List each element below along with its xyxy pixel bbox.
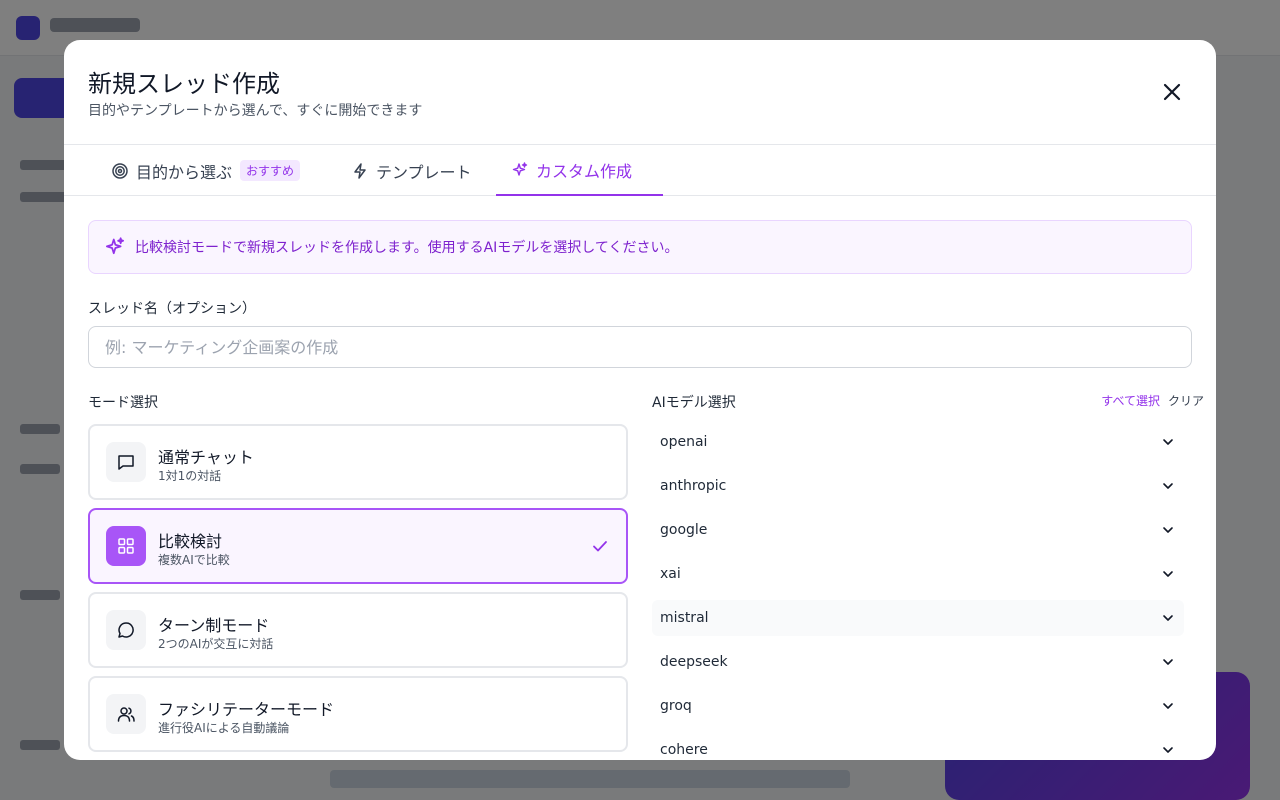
message-square-icon: [118, 455, 134, 470]
model-provider-google[interactable]: google: [652, 512, 1184, 548]
mode-description: 2つのAIが交互に対話: [158, 637, 274, 651]
model-provider-xai[interactable]: xai: [652, 556, 1184, 592]
tab-purpose-label: 目的から選ぶ: [136, 162, 233, 182]
chevron-down-icon: [1163, 527, 1173, 533]
mode-description: 複数AIで比較: [158, 553, 230, 567]
mode-title: ファシリテーターモード: [158, 700, 335, 719]
modal-header: 新規スレッド作成 目的やテンプレートから選んで、すぐに開始できます: [64, 40, 1216, 145]
mode-card-comparison[interactable]: 比較検討 複数AIで比較: [88, 508, 628, 584]
select-all-link[interactable]: すべて選択: [1101, 392, 1160, 409]
model-section-label: AIモデル選択: [652, 395, 736, 411]
model-provider-mistral[interactable]: mistral: [652, 600, 1184, 636]
mode-icon-container: [106, 610, 146, 650]
chevron-down-icon: [1163, 659, 1173, 665]
mode-icon-container: [106, 442, 146, 482]
message-circle-icon: [118, 622, 134, 638]
model-provider-anthropic[interactable]: anthropic: [652, 468, 1184, 504]
mode-description: 進行役AIによる自動議論: [158, 721, 290, 735]
thread-name-label: スレッド名（オプション）: [88, 301, 256, 317]
tab-bar: 目的から選ぶ おすすめ テンプレート カスタム作成: [64, 145, 1216, 196]
close-icon: [1163, 83, 1181, 101]
mode-card-facilitator[interactable]: ファシリテーターモード 進行役AIによる自動議論: [88, 676, 628, 752]
model-provider-openai[interactable]: openai: [652, 424, 1184, 460]
mode-section-label: モード選択: [88, 395, 158, 411]
tab-template-label: テンプレート: [376, 162, 472, 182]
grid-icon: [118, 538, 134, 554]
mode-title: 通常チャット: [158, 448, 254, 467]
info-banner-text: 比較検討モードで新規スレッドを作成します。使用するAIモデルを選択してください。: [135, 240, 679, 256]
chevron-down-icon: [1163, 703, 1173, 709]
sparkles-icon: [106, 237, 124, 255]
mode-icon-container: [106, 526, 146, 566]
tab-purpose[interactable]: 目的から選ぶ おすすめ: [96, 145, 316, 196]
model-provider-cohere[interactable]: cohere: [652, 732, 1184, 760]
model-actions: すべて選択 クリア: [1101, 392, 1204, 409]
close-button[interactable]: [1158, 78, 1186, 106]
modal-title: 新規スレッド作成: [88, 70, 280, 98]
new-thread-modal: 新規スレッド作成 目的やテンプレートから選んで、すぐに開始できます 目的から選ぶ…: [64, 40, 1216, 760]
model-provider-groq[interactable]: groq: [652, 688, 1184, 724]
model-provider-deepseek[interactable]: deepseek: [652, 644, 1184, 680]
clear-link[interactable]: クリア: [1168, 392, 1204, 409]
chevron-down-icon: [1163, 747, 1173, 753]
chevron-down-icon: [1163, 483, 1173, 489]
sparkles-icon: [512, 161, 528, 176]
check-icon: [593, 541, 607, 552]
provider-name: openai: [660, 434, 708, 450]
chevron-down-icon: [1163, 439, 1173, 445]
tab-template[interactable]: テンプレート: [336, 145, 488, 196]
mode-icon-container: [106, 694, 146, 734]
provider-name: mistral: [660, 610, 709, 626]
mode-description: 1対1の対話: [158, 469, 222, 483]
lightning-icon: [354, 162, 366, 179]
info-banner: 比較検討モードで新規スレッドを作成します。使用するAIモデルを選択してください。: [88, 220, 1192, 274]
modal-subtitle: 目的やテンプレートから選んで、すぐに開始できます: [88, 103, 423, 119]
recommended-badge: おすすめ: [240, 160, 301, 181]
tab-custom-label: カスタム作成: [536, 161, 633, 181]
mode-title: ターン制モード: [158, 616, 270, 635]
tab-custom[interactable]: カスタム作成: [496, 145, 663, 196]
provider-name: groq: [660, 698, 692, 714]
thread-name-input[interactable]: [88, 326, 1192, 368]
target-icon: [112, 162, 128, 179]
mode-title: 比較検討: [158, 532, 223, 551]
provider-name: xai: [660, 566, 681, 582]
users-icon: [117, 707, 135, 722]
mode-card-normal-chat[interactable]: 通常チャット 1対1の対話: [88, 424, 628, 500]
mode-card-turn-based[interactable]: ターン制モード 2つのAIが交互に対話: [88, 592, 628, 668]
provider-name: cohere: [660, 742, 708, 758]
chevron-down-icon: [1163, 571, 1173, 577]
provider-name: google: [660, 522, 708, 538]
provider-name: deepseek: [660, 654, 728, 670]
provider-name: anthropic: [660, 478, 727, 494]
chevron-down-icon: [1163, 615, 1173, 621]
